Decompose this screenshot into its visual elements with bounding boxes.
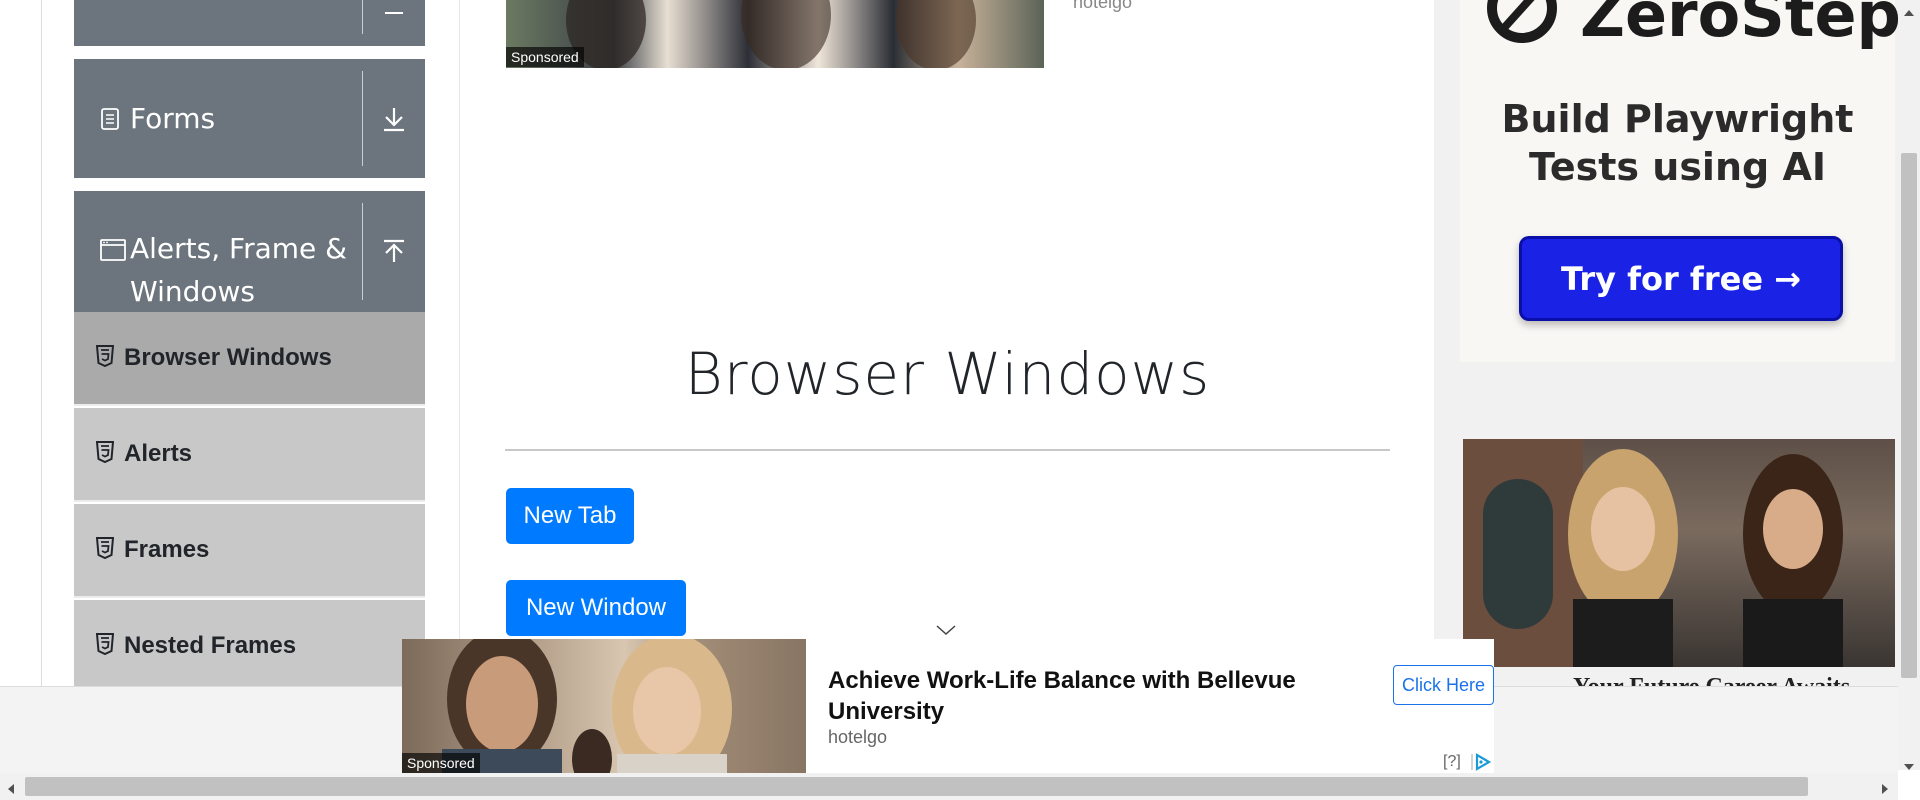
scroll-left-arrow-icon[interactable]	[6, 780, 16, 799]
new-window-button[interactable]: New Window	[506, 580, 686, 636]
bottom-ad-advertiser[interactable]: hotelgo	[828, 727, 887, 748]
right-ad-image[interactable]	[1463, 439, 1895, 667]
collapse-toggle-icon[interactable]	[363, 0, 425, 46]
sponsored-tag: Sponsored	[402, 753, 480, 773]
tagline-line1: Build Playwright	[1501, 97, 1854, 141]
horizontal-scrollbar-thumb[interactable]	[25, 777, 1808, 796]
sidebar-group-alerts-frame-windows[interactable]: Alerts, Frame & Windows	[74, 191, 425, 312]
sidebar-item-label: Alerts	[124, 440, 193, 467]
scroll-down-arrow-icon[interactable]	[1903, 757, 1915, 776]
title-divider	[505, 449, 1390, 451]
sidebar-item-label: Browser Windows	[124, 344, 332, 371]
try-for-free-button[interactable]: Try for free →	[1519, 236, 1843, 321]
sidebar-item-browser-windows[interactable]: Browser Windows	[74, 312, 425, 406]
sidebar-item-nested-frames[interactable]: Nested Frames	[74, 600, 425, 694]
zerostep-tagline: Build Playwright Tests using AI	[1460, 95, 1895, 191]
top-ad-advertiser[interactable]: hotelgo	[1073, 0, 1132, 13]
download-arrow-icon[interactable]	[363, 59, 425, 178]
page-title: Browser Windows	[684, 340, 1211, 408]
sponsored-tag: Sponsored	[506, 47, 584, 67]
sidebar-item-label: Nested Frames	[124, 632, 297, 659]
sidebar-item-alerts[interactable]: Alerts	[74, 408, 425, 502]
bottom-ad-title[interactable]: Achieve Work-Life Balance with Bellevue …	[828, 665, 1348, 727]
html5-icon	[95, 345, 115, 371]
html5-icon	[95, 633, 115, 659]
sidebar-item-frames[interactable]: Frames	[74, 504, 425, 598]
scroll-up-arrow-icon[interactable]	[1903, 3, 1915, 22]
page: Forms Alerts, Frame & Windows Browser Wi…	[0, 0, 1920, 800]
sidebar-item-label: Frames	[124, 536, 210, 563]
html5-icon	[95, 441, 115, 467]
sidebar-group-title: Forms	[130, 102, 216, 135]
scroll-right-arrow-icon[interactable]	[1880, 780, 1890, 799]
window-icon	[100, 227, 130, 261]
left-border	[41, 0, 42, 686]
html5-icon	[95, 537, 115, 563]
sidebar-group-title-line2: Windows	[130, 275, 255, 308]
sidebar-group-elements[interactable]	[74, 0, 425, 46]
zerostep-logo-icon	[1482, 0, 1562, 56]
upload-arrow-icon[interactable]	[363, 191, 425, 312]
sidebar-group-forms[interactable]: Forms	[74, 59, 425, 178]
ad-info-link[interactable]: [?]	[1443, 753, 1461, 771]
tagline-line2: Tests using AI	[1528, 145, 1826, 189]
new-tab-button[interactable]: New Tab	[506, 488, 634, 544]
click-here-button[interactable]: Click Here	[1393, 665, 1494, 705]
top-ad-image[interactable]	[506, 0, 1044, 68]
vertical-scrollbar-thumb[interactable]	[1901, 153, 1917, 678]
document-icon	[100, 107, 130, 131]
zerostep-brand: ZeroStep	[1580, 0, 1901, 51]
sidebar-divider	[459, 0, 460, 686]
sidebar-group-title-line1: Alerts, Frame &	[130, 232, 348, 265]
